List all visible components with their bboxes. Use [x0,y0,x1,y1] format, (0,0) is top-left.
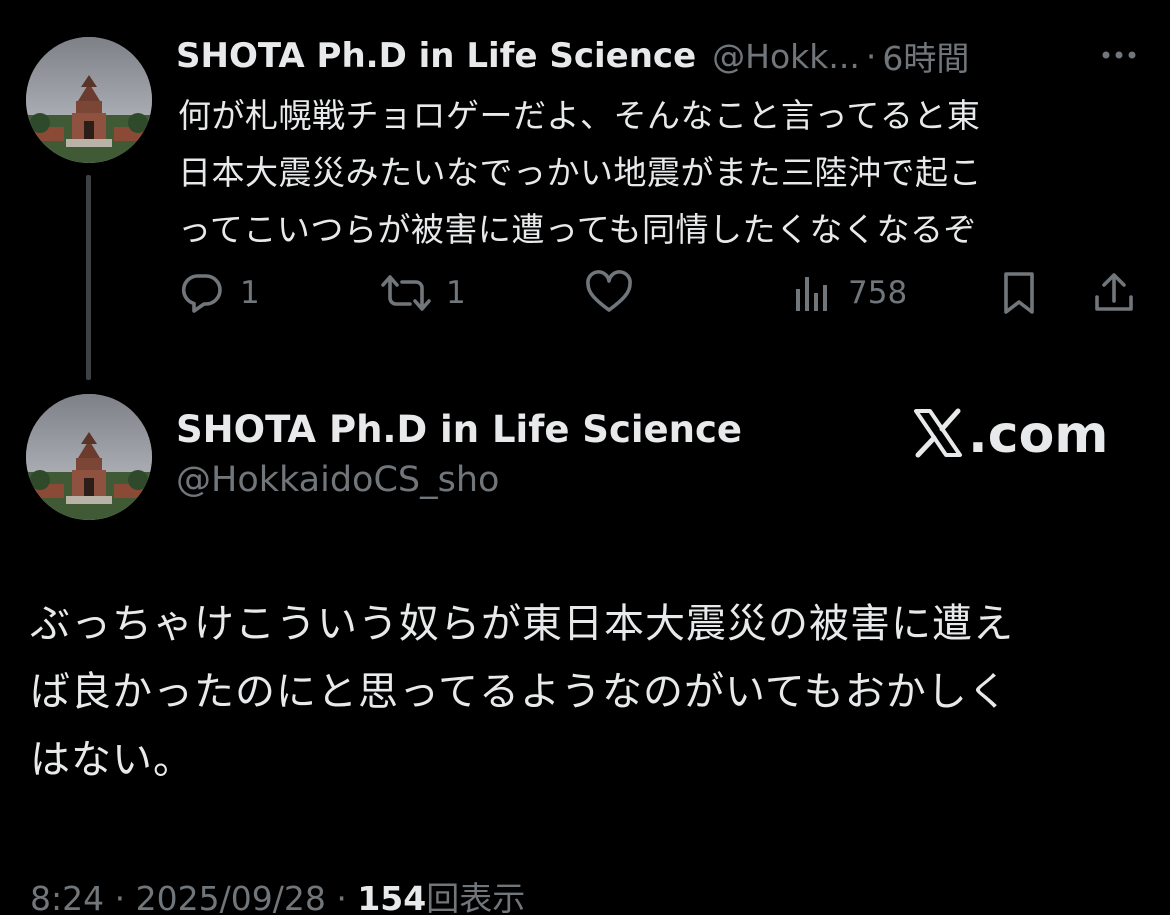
retweet-icon [378,267,434,319]
views-button[interactable]: 758 [790,262,907,324]
views-count: 154 [357,879,427,915]
tweet2-text: ぶっちゃけこういう奴らが東日本大震災の被害に遭え ば良かったのにと思ってるような… [30,601,1014,783]
avatar[interactable] [26,394,152,520]
tweet1-action-bar: 1 1 758 [176,262,1140,324]
handle[interactable]: @HokkaidoCS_sho [176,460,499,500]
separator-dot: · [865,36,877,76]
thread-connector-line [86,175,91,380]
tweet1-text: 何が札幌戦チョロゲーだよ、そんなこと言ってると東 日本大震災みたいなでっかい地震… [178,96,982,249]
views-count: 758 [848,275,908,311]
views-icon [790,267,836,319]
reply-button[interactable]: 1 [176,262,260,324]
bookmark-button[interactable] [998,262,1042,324]
temple-photo-avatar [26,394,152,520]
share-icon [1090,267,1138,319]
display-name[interactable]: SHOTA Ph.D in Life Science [176,36,696,76]
more-icon[interactable] [1097,40,1141,70]
timestamp[interactable]: 6時間 [882,32,969,80]
screenshot-page: SHOTA Ph.D in Life Science @Hokk... · 6時… [0,0,1170,915]
post-time[interactable]: 8:24 [30,879,104,915]
separator-dot: · [114,879,126,915]
tweet2-footer: 8:24 · 2025/09/28 · 154回表示 [30,872,525,915]
like-icon [582,267,636,319]
display-name[interactable]: SHOTA Ph.D in Life Science [176,408,742,451]
avatar[interactable] [26,37,152,163]
watermark-text: .com [968,405,1109,465]
x-logo-icon [912,407,964,463]
share-button[interactable] [1090,262,1138,324]
retweet-button[interactable]: 1 [378,262,466,324]
views-label: 回表示 [426,879,526,915]
temple-photo-avatar [26,37,152,163]
reply-count: 1 [240,275,260,311]
retweet-count: 1 [446,275,466,311]
handle[interactable]: @Hokk... [712,37,860,76]
post-date[interactable]: 2025/09/28 [136,879,326,915]
x-com-watermark: .com [912,404,1109,466]
bookmark-icon [998,267,1042,319]
reply-icon [176,267,228,319]
like-button[interactable] [582,262,648,324]
separator-dot: · [336,879,347,915]
tweet1-header: SHOTA Ph.D in Life Science @Hokk... · 6時… [176,30,1141,82]
